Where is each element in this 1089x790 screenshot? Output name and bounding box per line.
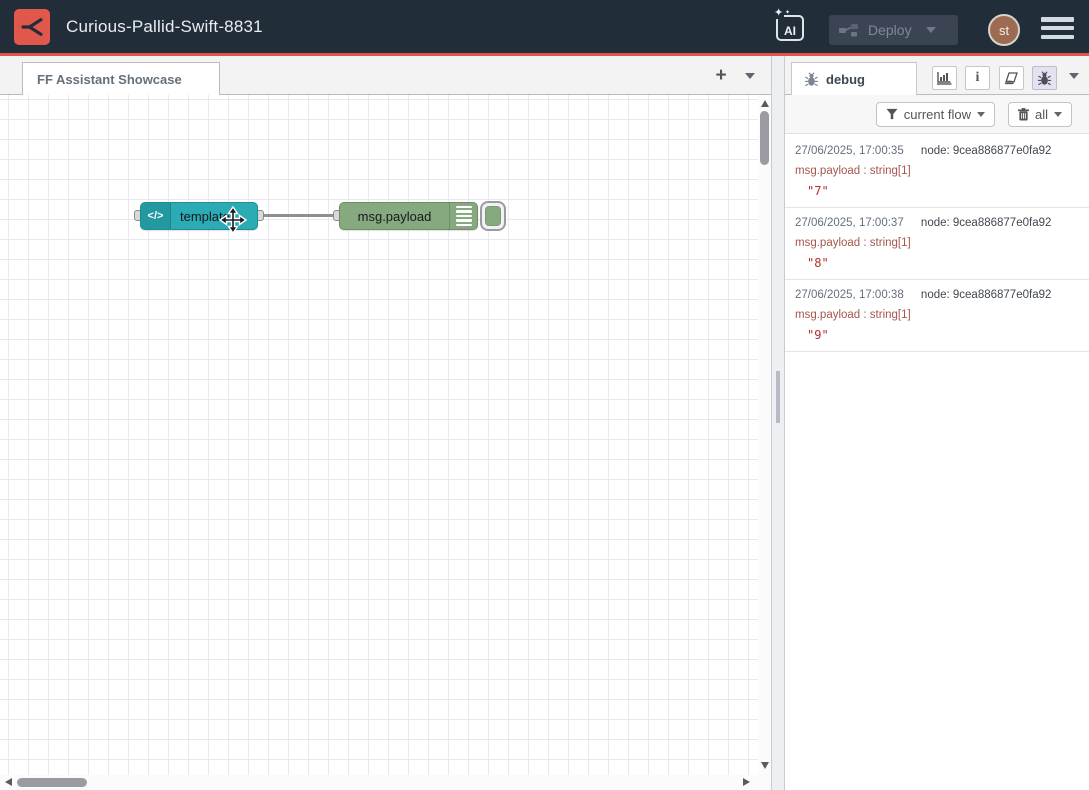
scroll-up-arrow-icon[interactable] — [761, 100, 769, 107]
clear-chevron-down-icon — [1054, 112, 1062, 117]
node-red-app: Curious-Pallid-Swift-8831 AI ✦ ✦ Deploy … — [0, 0, 1089, 790]
help-button[interactable] — [999, 66, 1024, 90]
scroll-left-arrow-icon[interactable] — [5, 778, 12, 786]
message-property-path[interactable]: msg.payload : string[1] — [795, 165, 1079, 177]
funnel-icon — [886, 108, 898, 120]
user-avatar[interactable]: st — [988, 14, 1020, 46]
sparkle-icon: ✦ — [773, 8, 784, 19]
canvas-vertical-scrollbar[interactable] — [758, 95, 771, 775]
debug-filter-button[interactable]: current flow — [876, 102, 995, 127]
deploy-label: Deploy — [868, 22, 912, 38]
message-property-path[interactable]: msg.payload : string[1] — [795, 237, 1079, 249]
message-node-id: node: 9cea886877e0fa92 — [921, 289, 1051, 301]
debug-message[interactable]: 27/06/2025, 17:00:38 node: 9cea886877e0f… — [785, 280, 1089, 352]
horizontal-scrollbar-thumb[interactable] — [17, 778, 87, 787]
menu-bar — [1041, 17, 1074, 22]
filter-chevron-down-icon — [977, 112, 985, 117]
sidebar-icon-row: i — [932, 66, 1058, 90]
debug-output-list-icon — [449, 203, 477, 229]
splitter-drag-handle[interactable] — [776, 371, 780, 423]
ai-assistant-button[interactable]: AI ✦ ✦ — [776, 13, 806, 43]
book-icon — [1003, 71, 1019, 85]
message-value[interactable]: "8" — [795, 256, 1079, 270]
main-area: FF Assistant Showcase + </> template msg… — [0, 56, 1089, 790]
trash-icon — [1018, 108, 1029, 121]
wire-template-to-debug[interactable] — [262, 214, 340, 217]
menu-bar — [1041, 26, 1074, 31]
message-value[interactable]: "7" — [795, 184, 1079, 198]
bar-chart-icon — [936, 71, 952, 85]
flowfuse-logo[interactable] — [14, 9, 50, 45]
sidebar-splitter[interactable] — [771, 56, 785, 790]
info-icon: i — [976, 70, 980, 86]
sparkle-small-icon: ✦ — [785, 10, 790, 16]
bug-icon — [804, 72, 819, 87]
vertical-scrollbar-thumb[interactable] — [760, 111, 769, 165]
message-timestamp: 27/06/2025, 17:00:35 — [795, 145, 904, 157]
add-flow-button[interactable]: + — [706, 63, 736, 89]
debug-message[interactable]: 27/06/2025, 17:00:37 node: 9cea886877e0f… — [785, 208, 1089, 280]
message-node-id: node: 9cea886877e0fa92 — [921, 217, 1051, 229]
flow-tab-label: FF Assistant Showcase — [37, 72, 182, 87]
scroll-down-arrow-icon[interactable] — [761, 762, 769, 769]
debug-clear-label: all — [1035, 107, 1048, 122]
flow-tab[interactable]: FF Assistant Showcase — [22, 62, 220, 95]
flowfuse-logo-icon — [19, 14, 45, 40]
debug-node[interactable]: msg.payload — [339, 202, 478, 230]
debug-message[interactable]: 27/06/2025, 17:00:35 node: 9cea886877e0f… — [785, 136, 1089, 208]
workspace-column: FF Assistant Showcase + </> template msg… — [0, 56, 771, 790]
debug-messages-button[interactable] — [1032, 66, 1057, 90]
flow-list-chevron-down-icon[interactable] — [745, 73, 755, 79]
code-icon: </> — [141, 203, 171, 229]
info-button[interactable]: i — [965, 66, 990, 90]
canvas-horizontal-scrollbar[interactable] — [0, 775, 771, 790]
sidebar-tabbar: debug i — [785, 56, 1089, 95]
message-value[interactable]: "9" — [795, 328, 1079, 342]
debug-toggle-inner — [485, 206, 501, 226]
main-menu-button[interactable] — [1041, 17, 1074, 39]
workspace-tabbar: FF Assistant Showcase + — [0, 56, 771, 95]
debug-node-label: msg.payload — [340, 203, 449, 229]
move-cursor-icon — [219, 206, 247, 234]
message-timestamp: 27/06/2025, 17:00:37 — [795, 217, 904, 229]
flow-canvas[interactable]: </> template msg.payload — [0, 95, 771, 775]
right-sidebar: debug i — [785, 56, 1089, 790]
debug-filter-bar: current flow all — [785, 95, 1089, 134]
message-property-path[interactable]: msg.payload : string[1] — [795, 309, 1079, 321]
deploy-button[interactable]: Deploy — [829, 15, 958, 45]
deploy-chevron-down-icon[interactable] — [926, 27, 936, 33]
canvas-grid — [0, 95, 758, 775]
sidebar-tab-debug[interactable]: debug — [791, 62, 917, 95]
page-title: Curious-Pallid-Swift-8831 — [66, 0, 263, 53]
sidebar-options-chevron-down-icon[interactable] — [1069, 73, 1079, 79]
menu-bar — [1041, 35, 1074, 40]
scroll-right-arrow-icon[interactable] — [743, 778, 750, 786]
message-timestamp: 27/06/2025, 17:00:38 — [795, 289, 904, 301]
debug-clear-button[interactable]: all — [1008, 102, 1072, 127]
debug-enable-toggle[interactable] — [480, 201, 506, 231]
debug-message-list: 27/06/2025, 17:00:35 node: 9cea886877e0f… — [785, 134, 1089, 790]
bug-icon — [1037, 71, 1052, 86]
header-bar: Curious-Pallid-Swift-8831 AI ✦ ✦ Deploy … — [0, 0, 1089, 53]
message-node-id: node: 9cea886877e0fa92 — [921, 145, 1051, 157]
debug-filter-label: current flow — [904, 107, 971, 122]
dashboard-chart-button[interactable] — [932, 66, 957, 90]
deploy-icon — [839, 23, 858, 38]
sidebar-tab-debug-label: debug — [826, 72, 865, 87]
